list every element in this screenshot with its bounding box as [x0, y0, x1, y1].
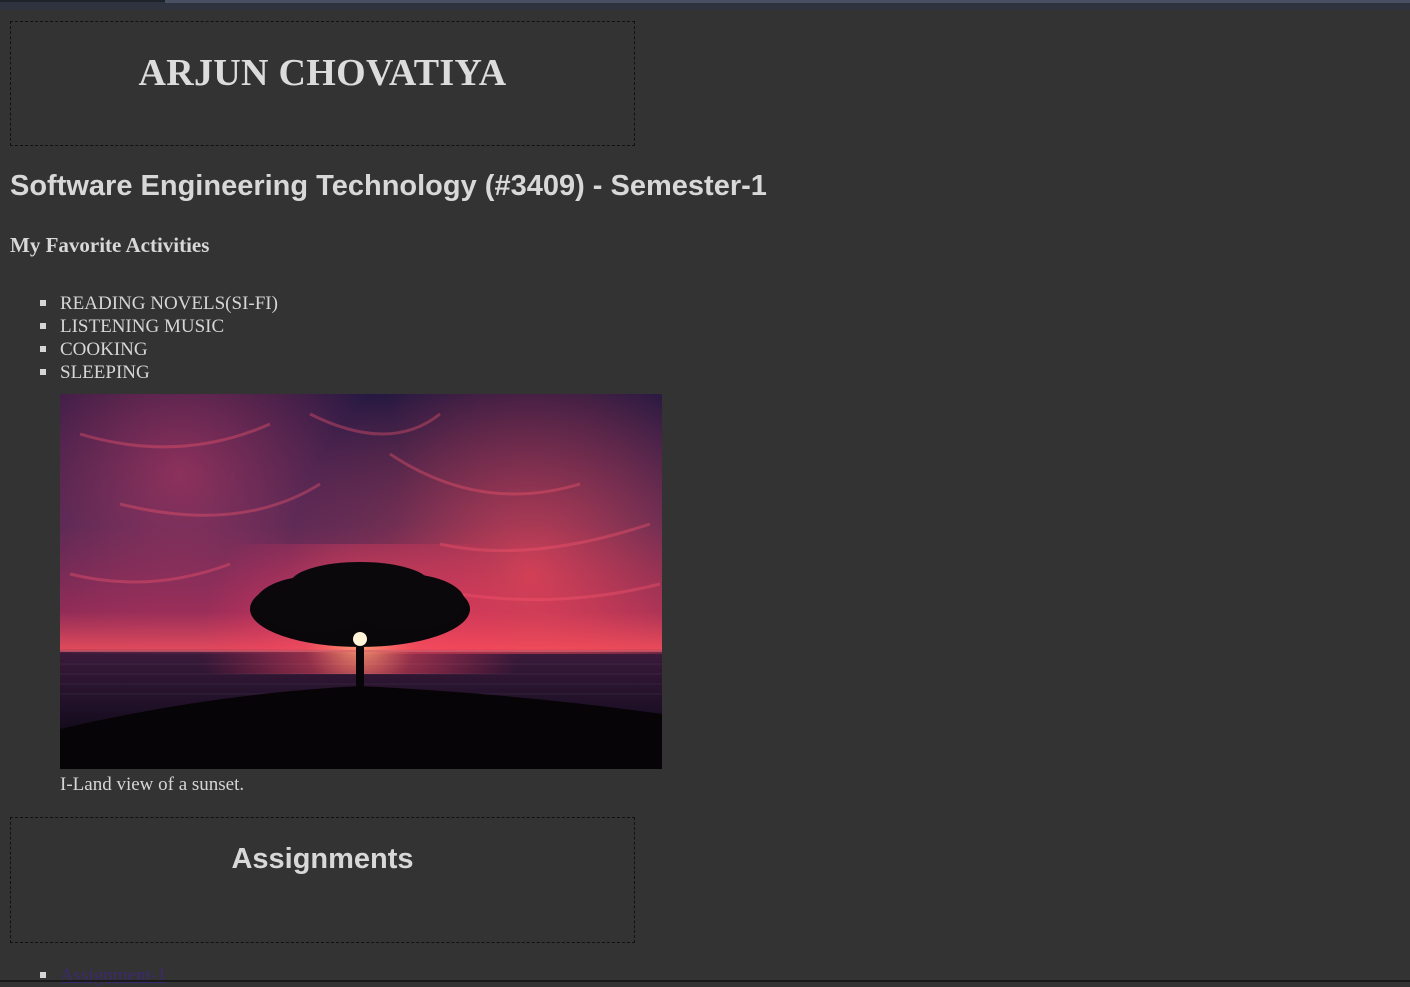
assignments-list: Assignment-1	[40, 964, 167, 987]
square-bullet-icon	[40, 323, 46, 329]
list-item-label: SLEEPING	[60, 362, 150, 383]
list-item: LISTENING MUSIC	[40, 315, 278, 338]
browser-top-strip	[0, 0, 1410, 10]
square-bullet-icon	[40, 369, 46, 375]
list-item-label: LISTENING MUSIC	[60, 316, 225, 337]
favorites-heading: My Favorite Activities	[10, 233, 210, 257]
page-content: ARJUN CHOVATIYA Software Engineering Tec…	[0, 10, 1410, 986]
tab-edge	[0, 0, 165, 2]
list-item: COOKING	[40, 338, 278, 361]
favorites-list: READING NOVELS(SI-FI) LISTENING MUSIC CO…	[40, 292, 278, 384]
list-item-label: READING NOVELS(SI-FI)	[60, 293, 278, 314]
list-item: Assignment-1	[40, 964, 167, 987]
image-caption: I-Land view of a sunset.	[60, 774, 245, 795]
assignments-box: Assignments	[10, 817, 635, 943]
assignment-link[interactable]: Assignment-1	[60, 965, 167, 986]
list-item-label: COOKING	[60, 339, 148, 360]
square-bullet-icon	[40, 300, 46, 306]
square-bullet-icon	[40, 972, 46, 978]
assignments-heading: Assignments	[231, 843, 414, 875]
program-title: Software Engineering Technology (#3409) …	[10, 170, 767, 202]
page-title: ARJUN CHOVATIYA	[138, 52, 507, 94]
sunset-photo	[60, 394, 662, 769]
list-item: SLEEPING	[40, 361, 278, 384]
sunset-tree-image	[60, 394, 662, 769]
square-bullet-icon	[40, 346, 46, 352]
list-item: READING NOVELS(SI-FI)	[40, 292, 278, 315]
header-box: ARJUN CHOVATIYA	[10, 21, 635, 146]
tab-line	[165, 0, 1410, 3]
